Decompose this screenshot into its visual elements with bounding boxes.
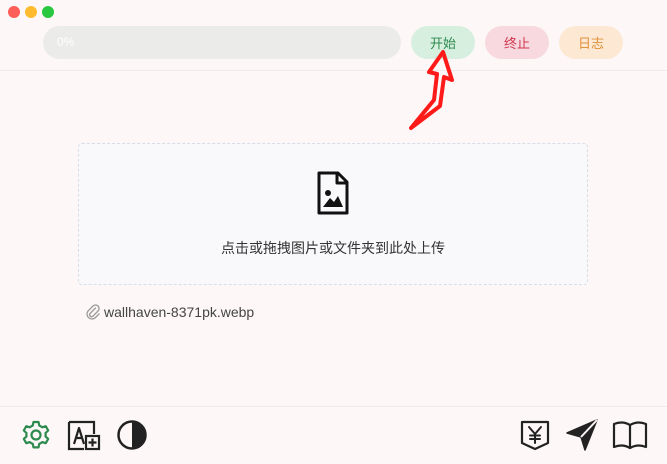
font-add-icon[interactable]	[67, 420, 101, 452]
file-image-icon	[317, 171, 349, 215]
log-button[interactable]: 日志	[559, 26, 623, 59]
upload-dropzone[interactable]: 点击或拖拽图片或文件夹到此处上传	[78, 143, 588, 285]
dropzone-text: 点击或拖拽图片或文件夹到此处上传	[221, 241, 445, 257]
book-open-icon[interactable]	[612, 420, 648, 450]
top-toolbar: 0% 开始 终止 日志	[43, 26, 623, 59]
window-controls	[8, 6, 54, 18]
paperclip-icon	[86, 304, 100, 320]
bottom-divider	[0, 406, 667, 407]
top-divider	[0, 70, 667, 71]
annotation-arrow-icon	[409, 50, 454, 130]
gear-icon[interactable]	[20, 419, 52, 451]
maximize-window-button[interactable]	[42, 6, 54, 18]
minimize-window-button[interactable]	[25, 6, 37, 18]
progress-bar: 0%	[43, 26, 401, 59]
stop-button[interactable]: 终止	[485, 26, 549, 59]
contrast-icon[interactable]	[116, 419, 148, 451]
file-name: wallhaven-8371pk.webp	[104, 304, 255, 320]
yen-download-icon[interactable]	[519, 419, 551, 451]
progress-label: 0%	[57, 35, 75, 49]
close-window-button[interactable]	[8, 6, 20, 18]
paper-plane-icon[interactable]	[565, 418, 599, 452]
file-list-item[interactable]: wallhaven-8371pk.webp	[86, 304, 254, 320]
